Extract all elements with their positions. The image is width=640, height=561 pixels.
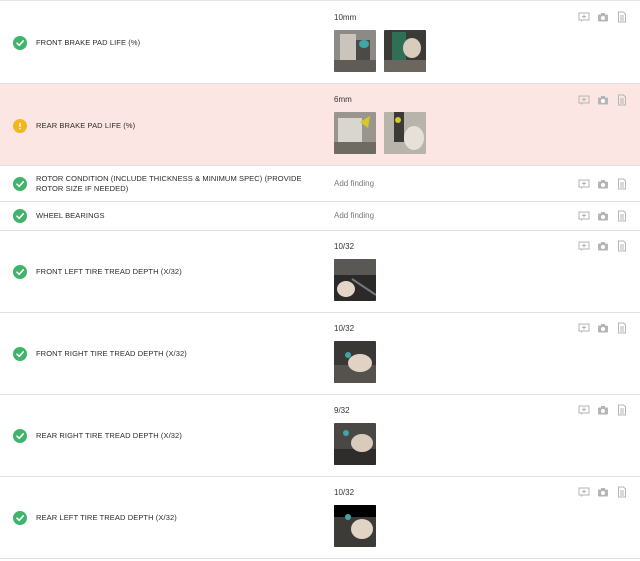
finding-value: 10/32 — [334, 242, 355, 251]
item-label: WHEEL BEARINGS — [36, 211, 105, 220]
comment-icon[interactable] — [578, 210, 590, 222]
comment-icon[interactable] — [578, 11, 590, 23]
comment-icon[interactable] — [578, 404, 590, 416]
camera-icon[interactable] — [597, 240, 609, 252]
item-label: REAR LEFT TIRE TREAD DEPTH (x/32) — [36, 513, 177, 522]
item-label: FRONT RIGHT TIRE TREAD DEPTH (x/32) — [36, 349, 187, 358]
item-label: FRONT LEFT TIRE TREAD DEPTH (x/32) — [36, 267, 182, 276]
document-icon[interactable] — [616, 486, 628, 498]
inspection-row[interactable]: WHEEL BEARINGS Add finding — [0, 202, 640, 231]
finding-value: 10/32 — [334, 488, 355, 497]
photo-thumbnail[interactable] — [384, 112, 426, 154]
ok-status-icon — [13, 511, 27, 525]
photo-thumbnail[interactable] — [334, 505, 376, 547]
ok-status-icon — [13, 209, 27, 223]
comment-icon[interactable] — [578, 486, 590, 498]
document-icon[interactable] — [616, 240, 628, 252]
inspection-row[interactable]: FRONT BRAKE PAD LIFE (%) 10mm — [0, 1, 640, 84]
document-icon[interactable] — [616, 94, 628, 106]
ok-status-icon — [13, 347, 27, 361]
comment-icon[interactable] — [578, 94, 590, 106]
camera-icon[interactable] — [597, 210, 609, 222]
finding-value: 6mm — [334, 95, 352, 104]
item-label: FRONT BRAKE PAD LIFE (%) — [36, 38, 141, 47]
photo-thumbnail[interactable] — [334, 112, 376, 154]
ok-status-icon — [13, 429, 27, 443]
photo-thumbnail[interactable] — [334, 423, 376, 465]
add-finding-link[interactable]: Add finding — [334, 211, 374, 220]
item-label: REAR RIGHT TIRE TREAD DEPTH (x/32) — [36, 431, 182, 440]
finding-value: 10mm — [334, 13, 357, 22]
photo-thumbnail[interactable] — [384, 30, 426, 72]
inspection-row[interactable]: ROTOR CONDITION (INCLUDE THICKNESS & MIN… — [0, 166, 640, 202]
inspection-row[interactable]: FRONT LEFT TIRE TREAD DEPTH (x/32) 10/32 — [0, 231, 640, 313]
document-icon[interactable] — [616, 404, 628, 416]
inspection-row[interactable]: REAR RIGHT TIRE TREAD DEPTH (x/32) 9/32 — [0, 395, 640, 477]
ok-status-icon — [13, 177, 27, 191]
camera-icon[interactable] — [597, 94, 609, 106]
inspection-list: FRONT BRAKE PAD LIFE (%) 10mm REAR BRAKE… — [0, 0, 640, 559]
finding-value: 10/32 — [334, 324, 355, 333]
comment-icon[interactable] — [578, 322, 590, 334]
camera-icon[interactable] — [597, 178, 609, 190]
photo-thumbnail[interactable] — [334, 30, 376, 72]
add-finding-link[interactable]: Add finding — [334, 179, 374, 188]
camera-icon[interactable] — [597, 322, 609, 334]
ok-status-icon — [13, 36, 27, 50]
document-icon[interactable] — [616, 11, 628, 23]
ok-status-icon — [13, 265, 27, 279]
comment-icon[interactable] — [578, 178, 590, 190]
inspection-row[interactable]: REAR LEFT TIRE TREAD DEPTH (x/32) 10/32 — [0, 477, 640, 559]
finding-value: 9/32 — [334, 406, 350, 415]
camera-icon[interactable] — [597, 486, 609, 498]
document-icon[interactable] — [616, 178, 628, 190]
photo-thumbnail[interactable] — [334, 341, 376, 383]
inspection-row[interactable]: FRONT RIGHT TIRE TREAD DEPTH (x/32) 10/3… — [0, 313, 640, 395]
comment-icon[interactable] — [578, 240, 590, 252]
item-label: REAR BRAKE PAD LIFE (%) — [36, 121, 136, 130]
item-label: ROTOR CONDITION (INCLUDE THICKNESS & MIN… — [36, 174, 302, 193]
inspection-row[interactable]: REAR BRAKE PAD LIFE (%) 6mm — [0, 84, 640, 166]
photo-thumbnail[interactable] — [334, 259, 376, 301]
camera-icon[interactable] — [597, 404, 609, 416]
document-icon[interactable] — [616, 322, 628, 334]
document-icon[interactable] — [616, 210, 628, 222]
warning-status-icon — [13, 119, 27, 133]
camera-icon[interactable] — [597, 11, 609, 23]
